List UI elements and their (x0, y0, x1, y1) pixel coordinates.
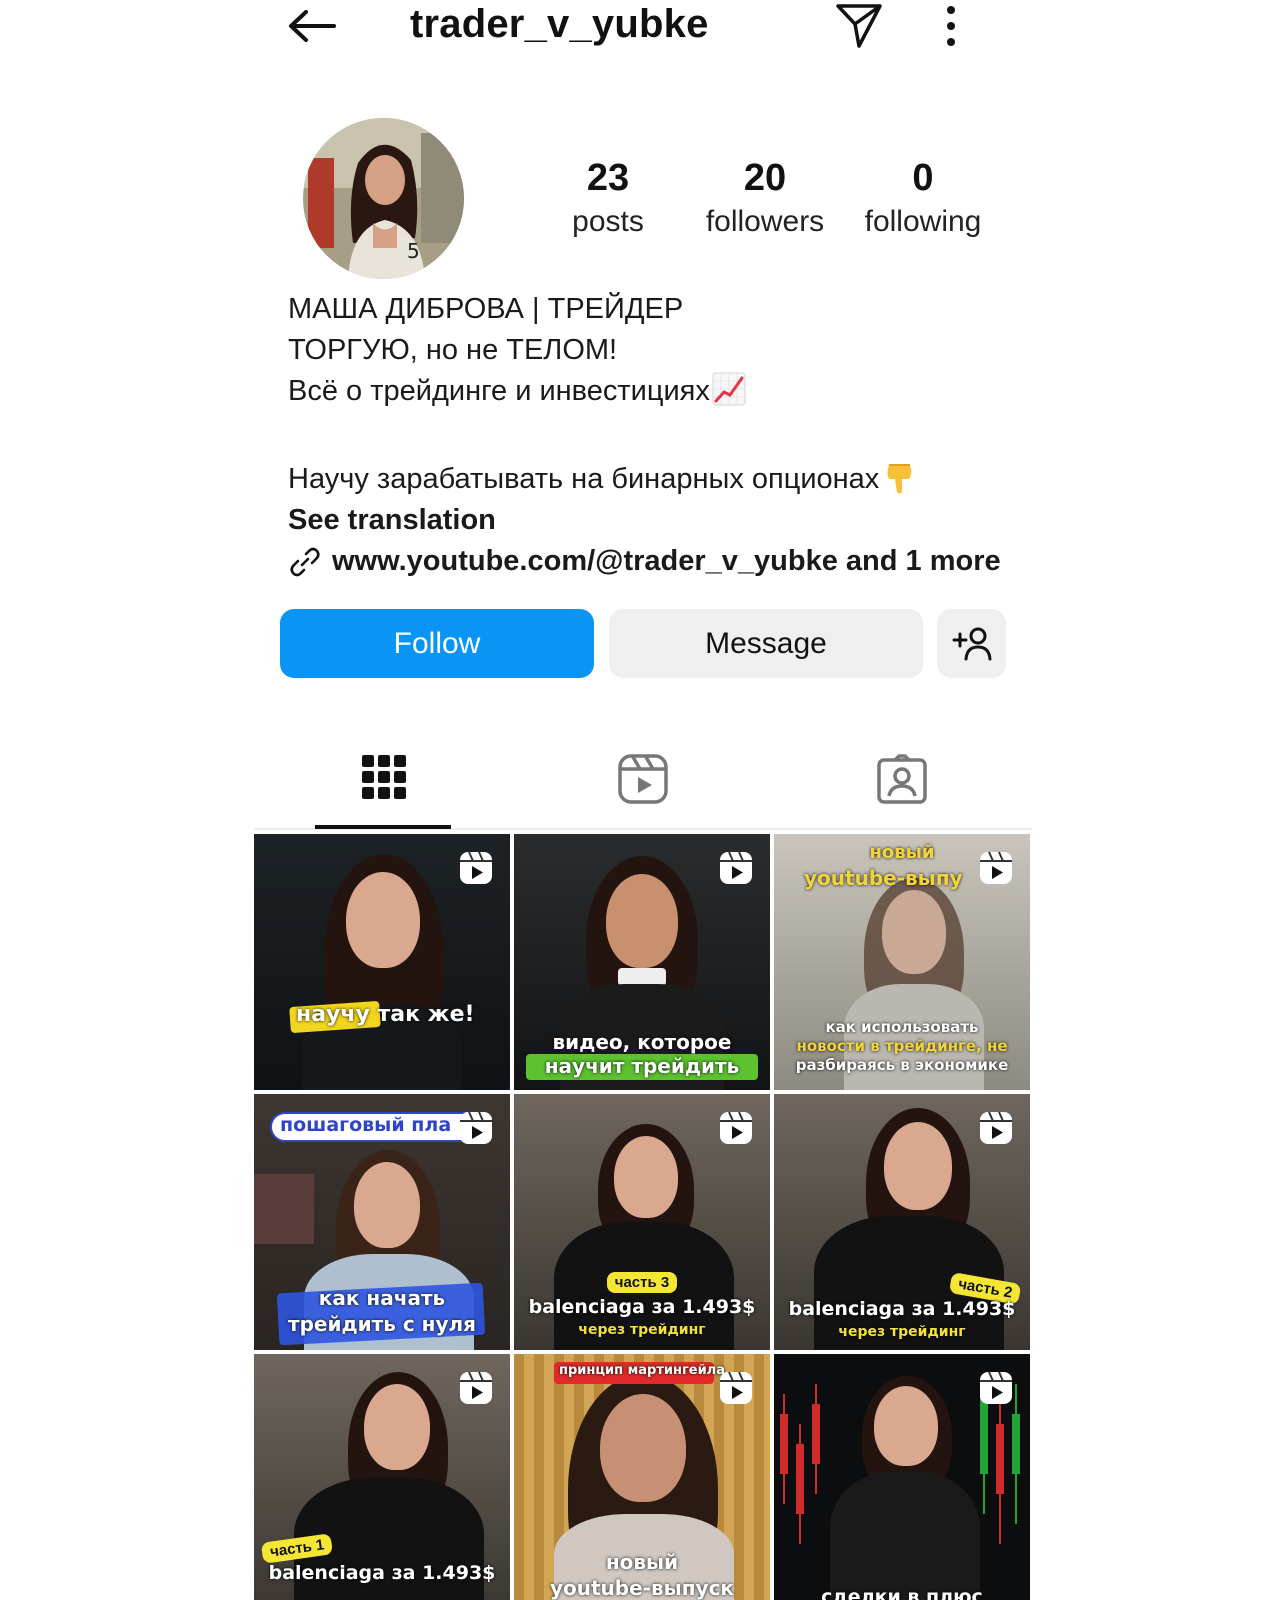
tab-posts-grid[interactable] (254, 740, 513, 830)
send-icon[interactable] (834, 0, 884, 50)
reels-icon (617, 754, 668, 804)
bio-line-2-row: Всё о трейдинге и инвестициях (288, 371, 1008, 412)
post-4-shelf (254, 1174, 314, 1244)
post-thumbnail-7[interactable]: часть 1 balenciaga за 1.493$ (254, 1354, 510, 1600)
reel-icon (720, 1371, 752, 1404)
chart-increasing-emoji-icon (712, 372, 746, 406)
post-thumbnail-9[interactable]: сделки в плюс (774, 1354, 1030, 1600)
reel-icon (720, 1111, 752, 1144)
posts-count-label: posts (572, 205, 644, 238)
bio-line-2: Всё о трейдинге и инвестициях (288, 375, 710, 407)
post-7-caption-line-1: balenciaga за 1.493$ (268, 1562, 496, 1584)
following-count[interactable]: 0 following (857, 155, 989, 243)
post-thumbnail-3[interactable]: новый youtube-выпу как использовать ново… (774, 834, 1030, 1090)
post-4-face (354, 1162, 420, 1248)
profile-tabs (254, 740, 1032, 830)
following-count-label: following (864, 205, 982, 238)
followers-count-label: followers (705, 205, 825, 238)
message-button[interactable]: Message (609, 609, 923, 678)
grid-icon (361, 755, 406, 799)
more-options-icon[interactable] (944, 4, 958, 48)
reel-icon (980, 1111, 1012, 1144)
post-5-face (614, 1136, 678, 1218)
post-thumbnail-6[interactable]: часть 2 balenciaga за 1.493$ через трейд… (774, 1094, 1030, 1350)
tagged-person-icon (876, 754, 927, 804)
post-8-caption-line-2: youtube-выпуск (549, 1576, 735, 1600)
post-9-face (874, 1386, 938, 1466)
post-4-caption-line-2: трейдить с нуля (287, 1312, 477, 1336)
post-1-face (346, 872, 420, 968)
post-3-caption-line-1: как использовать (825, 1018, 979, 1036)
post-thumbnail-4[interactable]: пошаговый пла как начать трейдить с нуля (254, 1094, 510, 1350)
see-translation-link[interactable]: See translation (288, 500, 1008, 541)
avatar-photo: 5 (303, 118, 464, 279)
bio-line-3: Научу зарабатывать на бинарных опционах (288, 463, 880, 495)
post-2-caption-line-1: видео, которое (552, 1030, 732, 1054)
reel-icon (460, 1371, 492, 1404)
profile-bio: МАША ДИБРОВА | ТРЕЙДЕР ТОРГУЮ, но не ТЕЛ… (288, 289, 1008, 582)
add-user-icon (952, 627, 991, 660)
profile-username: trader_v_yubke (410, 2, 709, 46)
profile-avatar[interactable]: 5 (303, 118, 464, 279)
reel-icon (720, 851, 752, 884)
post-4-caption-line-1: как начать (318, 1286, 446, 1310)
tab-tagged[interactable] (772, 740, 1031, 830)
post-3-caption-line-2: новости в трейдинге, не (796, 1037, 1008, 1055)
post-thumbnail-2[interactable]: видео, которое научит трейдить (514, 834, 770, 1090)
post-3-face (882, 890, 946, 974)
bio-spacer (288, 412, 1008, 459)
follow-button[interactable]: Follow (280, 609, 594, 678)
svg-text:5: 5 (407, 239, 420, 263)
post-2-face (606, 874, 678, 968)
suggested-users-button[interactable] (937, 609, 1006, 678)
post-7-face (364, 1384, 430, 1470)
post-5-caption-line-1: balenciaga за 1.493$ (528, 1296, 756, 1318)
top-bar: trader_v_yubke (0, 0, 1280, 60)
posts-grid: научу так же! видео, которое научит трей… (254, 834, 1032, 1600)
profile-display-name: МАША ДИБРОВА | ТРЕЙДЕР (288, 293, 684, 325)
link-icon (290, 547, 320, 576)
post-thumbnail-5[interactable]: часть 3 balenciaga за 1.493$ через трейд… (514, 1094, 770, 1350)
post-6-face (884, 1122, 952, 1210)
posts-count-value: 23 (586, 157, 630, 199)
following-count-value: 0 (912, 157, 934, 199)
reel-icon (460, 1111, 492, 1144)
post-5-tag-row: часть 3 (514, 1272, 770, 1293)
post-thumbnail-1[interactable]: научу так же! (254, 834, 510, 1090)
reel-icon (460, 851, 492, 884)
post-3-caption-line-3: разбираясь в экономике (795, 1056, 1009, 1074)
bio-line-3-row: Научу зарабатывать на бинарных опционах (288, 459, 1008, 500)
reel-icon (980, 1371, 1012, 1404)
post-1-caption: научу так же! (296, 1002, 475, 1027)
pointing-down-emoji-icon (887, 464, 912, 494)
back-arrow-icon[interactable] (286, 6, 338, 46)
followers-count-value: 20 (743, 157, 787, 199)
post-9-clothing (830, 1472, 980, 1600)
bio-line-1: ТОРГУЮ, но не ТЕЛОМ! (288, 334, 618, 366)
posts-count[interactable]: 23 posts (543, 155, 673, 243)
followers-count[interactable]: 20 followers (692, 155, 838, 243)
bio-external-link[interactable]: www.youtube.com/@trader_v_yubke and 1 mo… (288, 541, 1008, 582)
post-9-caption-line-1: сделки в плюс (821, 1586, 983, 1600)
post-8-face (600, 1394, 686, 1502)
tab-reels[interactable] (513, 740, 772, 830)
post-6-caption-line-2: через трейдинг (838, 1324, 966, 1340)
post-5-part-tag: часть 3 (606, 1272, 678, 1293)
post-6-caption-line-1: balenciaga за 1.493$ (788, 1298, 1016, 1320)
bio-link-text: www.youtube.com/@trader_v_yubke and 1 mo… (332, 545, 1001, 577)
reel-icon (980, 851, 1012, 884)
post-thumbnail-8[interactable]: принцип мартингейла новый youtube-выпуск (514, 1354, 770, 1600)
post-5-caption-line-2: через трейдинг (578, 1322, 706, 1338)
post-8-caption-line-1: новый (605, 1550, 679, 1574)
post-2-caption-line-2: научит трейдить (544, 1054, 740, 1078)
active-tab-indicator (315, 825, 451, 829)
